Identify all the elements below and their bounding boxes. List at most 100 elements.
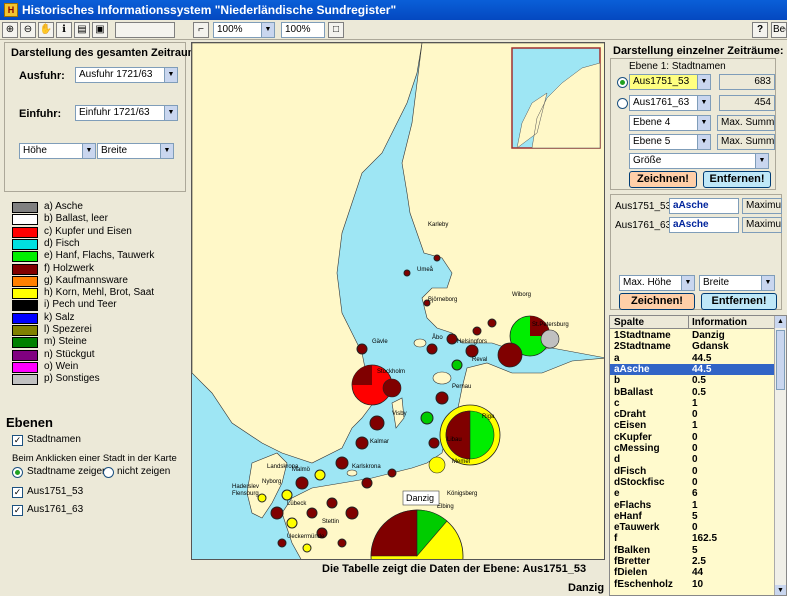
max-hoehe-select[interactable]: Max. Höhe ▼ — [619, 275, 695, 291]
chevron-down-icon: ▼ — [697, 96, 710, 110]
table-row[interactable]: cKupfer 0 — [610, 432, 776, 443]
ebenen-title: Ebenen — [6, 415, 53, 430]
table-row[interactable]: fEschenholz 10 — [610, 579, 776, 590]
table-row[interactable]: fDielen 44 — [610, 567, 776, 578]
table-row[interactable]: eFlachs 1 — [610, 500, 776, 511]
table-row[interactable]: e6 — [610, 488, 776, 499]
frame-icon[interactable]: ⌐ — [193, 22, 209, 38]
rect-icon[interactable]: □ — [328, 22, 344, 38]
row1-max: Maximum — [742, 198, 782, 214]
table-row[interactable]: 2Stadtname Gdansk — [610, 341, 776, 352]
info-icon[interactable]: ℹ — [56, 22, 72, 38]
scroll-up-icon[interactable]: ▲ — [775, 316, 786, 328]
table-cell-information: 0 — [692, 409, 698, 421]
city-label: Ueckermünde — [287, 534, 325, 540]
zoom-in-icon[interactable]: ⊕ — [2, 22, 18, 38]
layers-icon[interactable]: ▤ — [74, 22, 90, 38]
table-cell-spalte: fBalken — [614, 544, 651, 556]
table-cell-information: Danzig — [692, 330, 725, 341]
ebene5-select[interactable]: Ebene 5 ▼ — [629, 134, 711, 150]
zoom-select-2[interactable]: 100% — [281, 22, 325, 38]
city-label: Karlskrona — [352, 464, 381, 470]
exit-button[interactable]: Beend — [771, 22, 787, 38]
photo-icon[interactable]: ▣ — [92, 22, 108, 38]
zoom-out-icon[interactable]: ⊖ — [20, 22, 36, 38]
ebene4-select[interactable]: Ebene 4 ▼ — [629, 115, 711, 131]
row2-field[interactable]: aAsche — [669, 217, 739, 233]
hide-name-radio[interactable] — [103, 467, 114, 478]
table-cell-information: 6 — [692, 488, 698, 500]
table-cell-spalte: bBallast — [614, 386, 653, 398]
attribute-table[interactable]: Spalte Information 1Stadtname Danzig 2Stad… — [609, 315, 787, 596]
bornholm-island — [346, 469, 358, 477]
layer1-checkbox[interactable]: ✓ — [12, 487, 23, 498]
remove-button-2[interactable]: Entfernen! — [701, 293, 777, 310]
table-cell-information: 10 — [692, 578, 704, 590]
table-row[interactable]: f 162.5 — [610, 533, 776, 544]
legend-swatch — [12, 275, 38, 287]
baltic-map[interactable]: Karleby Umeå Björneborg Wiborg St.Peters… — [191, 42, 605, 560]
table-row[interactable]: b 0.5 — [610, 375, 776, 386]
table-row[interactable]: 1Stadtname Danzig — [610, 330, 776, 341]
draw-button[interactable]: Zeichnen! — [629, 171, 697, 188]
table-cell-information: 44.5 — [692, 352, 712, 364]
layer1-select[interactable]: Aus1751_53 ▼ — [629, 74, 711, 90]
table-cell-information: 0.5 — [692, 386, 706, 398]
column-header-spalte: Spalte — [614, 317, 645, 328]
table-row[interactable]: fBalken 5 — [610, 545, 776, 556]
table-cell-spalte: e — [614, 488, 620, 500]
table-row[interactable]: dFisch 0 — [610, 466, 776, 477]
ebene5-max: Max. Summe — [717, 134, 775, 150]
table-cell-spalte: eFlachs — [614, 499, 652, 511]
pan-hand-icon[interactable]: ✋ — [38, 22, 54, 38]
legend-label: p) Sonstiges — [44, 373, 100, 385]
table-cell-information: Gdansk — [692, 341, 729, 353]
einfuhr-select[interactable]: Einfuhr 1721/63 ▼ — [75, 105, 178, 121]
breite-select[interactable]: Breite ▼ — [97, 143, 174, 159]
help-button[interactable]: ? — [752, 22, 768, 38]
table-row[interactable]: d0 — [610, 454, 776, 465]
table-row[interactable]: a 44.5 — [610, 353, 776, 364]
table-info-text: Die Tabelle zeigt die Daten der Ebene: A… — [322, 563, 587, 575]
layer2-radio[interactable] — [617, 98, 628, 109]
table-row[interactable]: cMessing 0 — [610, 443, 776, 454]
stadtnamen-checkbox[interactable]: ✓ — [12, 435, 23, 446]
zoom-select-1[interactable]: 100% ▼ — [213, 22, 275, 38]
table-row[interactable]: eHanf 5 — [610, 511, 776, 522]
table-row[interactable]: bBallast 0.5 — [610, 387, 776, 398]
table-row[interactable]: cDraht 0 — [610, 409, 776, 420]
blank-button[interactable] — [115, 22, 175, 38]
scroll-thumb[interactable] — [776, 330, 785, 390]
table-cell-spalte: fEschenholz — [614, 578, 673, 590]
breite-right-select[interactable]: Breite ▼ — [699, 275, 775, 291]
city-label: Karleby — [428, 222, 448, 228]
city-label: Nyborg — [262, 479, 281, 485]
table-cell-spalte: cMessing — [614, 443, 660, 454]
table-row[interactable]: aAsche 44.5 — [610, 363, 776, 376]
layer1-radio[interactable] — [617, 77, 628, 88]
table-scrollbar[interactable]: ▲ ▼ — [774, 316, 786, 595]
scroll-down-icon[interactable]: ▼ — [775, 585, 786, 595]
table-row[interactable]: eTauwerk 0 — [610, 522, 776, 533]
city-label: Haderslev — [232, 484, 259, 490]
legend-swatch — [12, 214, 38, 226]
hoehe-select[interactable]: Höhe ▼ — [19, 143, 96, 159]
city-label: Helsingfors — [457, 339, 487, 345]
table-cell-spalte: fBretter — [614, 556, 651, 567]
remove-button[interactable]: Entfernen! — [703, 171, 771, 188]
show-name-radio[interactable] — [12, 467, 23, 478]
groesse-select[interactable]: Größe ▼ — [629, 153, 769, 169]
layer2-checkbox[interactable]: ✓ — [12, 505, 23, 516]
table-row[interactable]: c1 — [610, 398, 776, 409]
map-canvas: Karleby Umeå Björneborg Wiborg St.Peters… — [192, 43, 604, 559]
ausfuhr-select[interactable]: Ausfuhr 1721/63 ▼ — [75, 67, 178, 83]
table-row[interactable]: cEisen 1 — [610, 420, 776, 431]
layer2-select[interactable]: Aus1761_63 ▼ — [629, 95, 711, 111]
legend-label: l) Spezerei — [44, 324, 92, 335]
table-row[interactable]: dStockfisc 0 — [610, 477, 776, 488]
draw-button-2[interactable]: Zeichnen! — [619, 293, 695, 310]
table-row[interactable]: fBretter 2.5 — [610, 556, 776, 567]
table-cell-information: 0 — [692, 465, 698, 477]
row1-field[interactable]: aAsche — [669, 198, 739, 214]
title-bar: H Historisches Informationssystem "Niede… — [0, 0, 787, 20]
